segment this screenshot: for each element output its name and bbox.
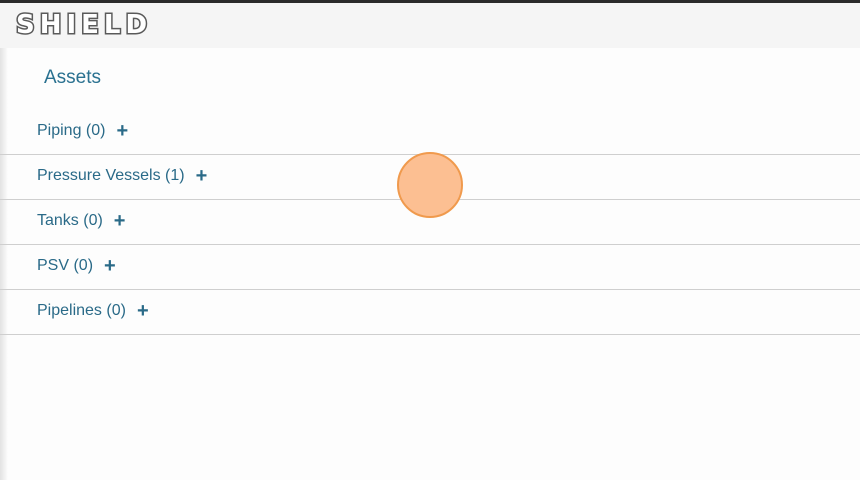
add-piping-plus-icon[interactable]: + — [116, 121, 128, 141]
assets-panel: Assets Piping (0) + Pressure Vessels (1)… — [0, 48, 860, 480]
asset-link-pressure-vessels[interactable]: Pressure Vessels (1) — [37, 167, 185, 185]
asset-row-piping: Piping (0) + — [0, 110, 860, 155]
app-header: SHIELD — [0, 0, 860, 48]
asset-row-psv: PSV (0) + — [0, 245, 860, 290]
add-pressure-vessel-plus-icon[interactable]: + — [196, 166, 208, 186]
add-pipeline-plus-icon[interactable]: + — [137, 301, 149, 321]
asset-link-pipelines[interactable]: Pipelines (0) — [37, 302, 126, 320]
asset-link-tanks[interactable]: Tanks (0) — [37, 212, 103, 230]
asset-list: Piping (0) + Pressure Vessels (1) + Tank… — [0, 110, 860, 335]
shield-logo: SHIELD — [14, 9, 153, 42]
asset-row-pipelines: Pipelines (0) + — [0, 290, 860, 335]
touch-indicator — [397, 152, 463, 218]
add-tank-plus-icon[interactable]: + — [114, 211, 126, 231]
page-title: Assets — [44, 67, 102, 88]
asset-link-psv[interactable]: PSV (0) — [37, 257, 93, 275]
add-psv-plus-icon[interactable]: + — [104, 256, 116, 276]
asset-link-piping[interactable]: Piping (0) — [37, 122, 105, 140]
